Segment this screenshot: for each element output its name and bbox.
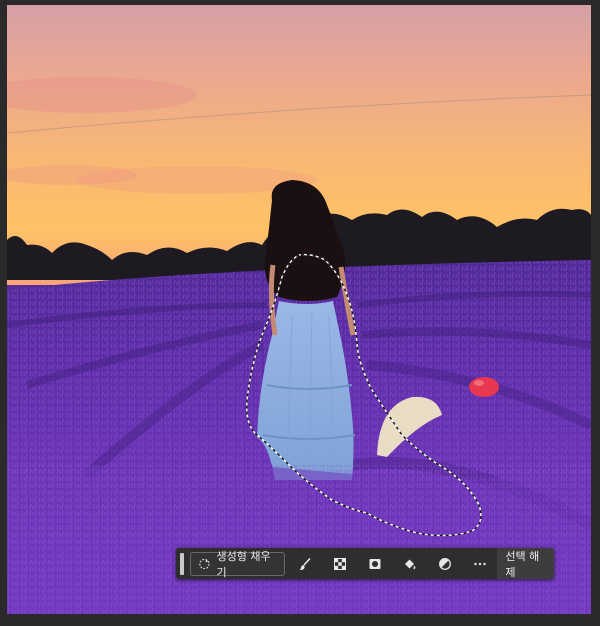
generative-fill-button[interactable]: 생성형 채우기 (189, 550, 286, 579)
deselect-button[interactable]: 선택 해제 (497, 548, 554, 579)
red-balloon (469, 377, 499, 397)
modify-selection-button[interactable] (287, 548, 322, 579)
more-options-button[interactable] (462, 548, 497, 579)
tool-group (287, 548, 497, 579)
drag-handle[interactable] (180, 552, 184, 575)
adjustment-icon (438, 557, 451, 570)
mask-icon (369, 558, 381, 569)
more-icon (474, 562, 486, 565)
generative-fill-label: 생성형 채우기 (216, 549, 271, 579)
photo-editor: 생성형 채우기 선택 해제 (0, 0, 600, 626)
photo (7, 5, 591, 614)
transparency-button[interactable] (322, 548, 357, 579)
image-canvas[interactable] (7, 5, 591, 614)
fill-button[interactable] (392, 548, 427, 579)
brush-icon (299, 557, 311, 570)
checker-icon (333, 557, 346, 570)
adjustment-button[interactable] (427, 548, 462, 579)
generative-fill-icon (198, 558, 210, 569)
mask-button[interactable] (357, 548, 392, 579)
contextual-task-bar: 생성형 채우기 선택 해제 (176, 548, 554, 579)
paint-bucket-icon (404, 559, 416, 569)
